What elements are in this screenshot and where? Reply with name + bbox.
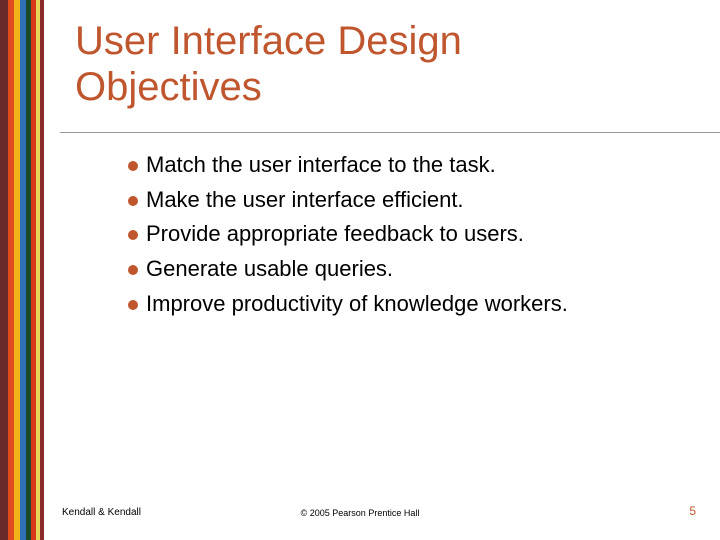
bullet-text: Match the user interface to the task. (146, 150, 496, 180)
bullet-text: Make the user interface efficient. (146, 185, 464, 215)
list-item: Make the user interface efficient. (128, 185, 708, 215)
bullet-icon (128, 230, 138, 240)
bullet-text: Provide appropriate feedback to users. (146, 219, 524, 249)
bullet-icon (128, 196, 138, 206)
slide: User Interface Design Objectives Match t… (0, 0, 720, 540)
slide-title: User Interface Design Objectives (75, 18, 462, 110)
stripe (0, 0, 8, 540)
title-line-1: User Interface Design (75, 19, 462, 63)
bullet-icon (128, 300, 138, 310)
list-item: Improve productivity of knowledge worker… (128, 289, 708, 319)
list-item: Match the user interface to the task. (128, 150, 708, 180)
decorative-stripes (0, 0, 44, 540)
bullet-icon (128, 161, 138, 171)
title-line-2: Objectives (75, 65, 262, 109)
bullet-text: Generate usable queries. (146, 254, 393, 284)
stripe (40, 0, 44, 540)
list-item: Provide appropriate feedback to users. (128, 219, 708, 249)
footer-copyright: © 2005 Pearson Prentice Hall (0, 508, 720, 518)
title-underline (60, 132, 720, 133)
bullet-text: Improve productivity of knowledge worker… (146, 289, 568, 319)
list-item: Generate usable queries. (128, 254, 708, 284)
bullet-icon (128, 265, 138, 275)
bullet-list: Match the user interface to the task. Mak… (128, 150, 708, 323)
footer-page-number: 5 (689, 504, 696, 518)
